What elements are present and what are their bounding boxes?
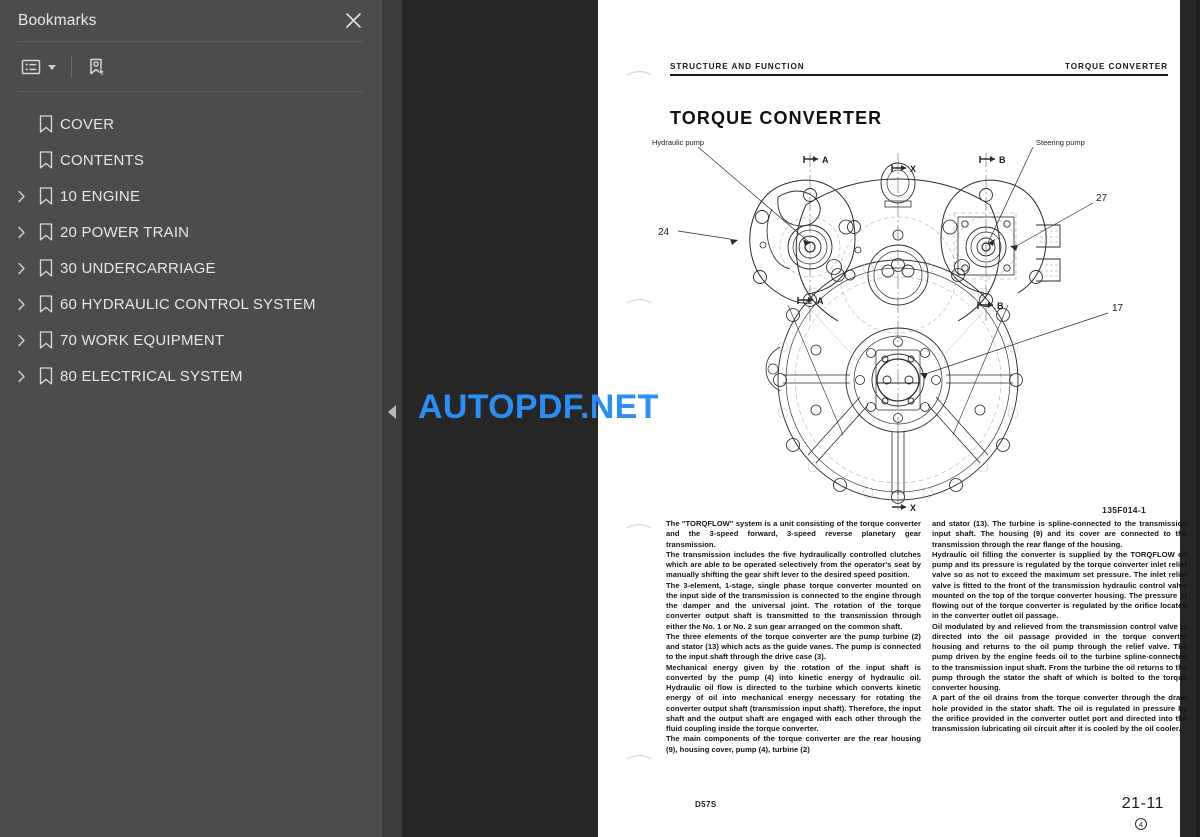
page-curl-mark bbox=[626, 752, 652, 760]
bookmark-label: 80 ELECTRICAL SYSTEM bbox=[60, 367, 243, 385]
chevron-down-icon bbox=[48, 65, 56, 70]
bookmark-icon bbox=[32, 259, 60, 277]
bookmark-icon bbox=[32, 223, 60, 241]
torque-converter-figure: Hydraulic pump Steering pump 24 27 17 A … bbox=[652, 138, 1124, 513]
page-title: TORQUE CONVERTER bbox=[670, 108, 883, 128]
section-mark-a-top: A bbox=[822, 155, 829, 165]
bookmark-icon bbox=[32, 295, 60, 313]
paragraph: Hydraulic oil filling the converter is s… bbox=[932, 549, 1187, 621]
bookmark-icon bbox=[32, 331, 60, 349]
bookmark-item-10-engine[interactable]: 10 ENGINE bbox=[0, 178, 382, 214]
page-number: 21-11 bbox=[1121, 795, 1164, 812]
paragraph: and stator (13). The turbine is spline-c… bbox=[932, 519, 1187, 549]
page-curl-mark bbox=[626, 521, 652, 529]
chevron-right-icon[interactable] bbox=[10, 262, 32, 275]
list-options-button[interactable] bbox=[18, 52, 59, 82]
label-hydraulic-pump: Hydraulic pump bbox=[652, 138, 704, 147]
paragraph: The transmission includes the five hydra… bbox=[666, 549, 921, 580]
body-columns: The "TORQFLOW" system is a unit consisti… bbox=[666, 519, 1188, 755]
header-right-text: TORQUE CONVERTER bbox=[1065, 62, 1168, 71]
chevron-right-icon[interactable] bbox=[10, 334, 32, 347]
bookmark-item-contents[interactable]: CONTENTS bbox=[0, 142, 382, 178]
bookmark-label: 30 UNDERCARRIAGE bbox=[60, 259, 216, 277]
section-mark-x-top: X bbox=[910, 164, 916, 174]
chevron-right-icon bbox=[10, 118, 32, 131]
model-code: D57S bbox=[695, 800, 717, 809]
viewer-scrollbar[interactable] bbox=[1196, 0, 1200, 837]
close-icon[interactable] bbox=[340, 8, 366, 34]
bookmark-label: CONTENTS bbox=[60, 151, 145, 169]
paragraph: The "TORQFLOW" system is a unit consisti… bbox=[666, 519, 921, 549]
bookmark-label: 20 POWER TRAIN bbox=[60, 223, 190, 241]
bookmarks-toolbar bbox=[0, 42, 382, 91]
page-running-header: STRUCTURE AND FUNCTION TORQUE CONVERTER bbox=[670, 62, 1168, 76]
sidebar-splitter[interactable] bbox=[382, 0, 402, 837]
callout-27: 27 bbox=[1096, 193, 1108, 204]
collapse-left-icon[interactable] bbox=[388, 405, 396, 419]
bookmark-icon bbox=[32, 115, 60, 133]
chevron-right-icon[interactable] bbox=[10, 190, 32, 203]
pdf-reader-window: Bookmarks COVER CONTENTS 10 ENGINE 20 PO… bbox=[0, 0, 1200, 837]
bookmark-item-80-electrical-system[interactable]: 80 ELECTRICAL SYSTEM bbox=[0, 358, 382, 394]
bookmark-label: 70 WORK EQUIPMENT bbox=[60, 331, 225, 349]
pdf-page: STRUCTURE AND FUNCTION TORQUE CONVERTER … bbox=[598, 0, 1187, 837]
sheet-mark: 4 bbox=[1135, 818, 1147, 830]
section-mark-b-top: B bbox=[999, 155, 1006, 165]
chevron-right-icon[interactable] bbox=[10, 298, 32, 311]
callout-24: 24 bbox=[658, 227, 670, 238]
bookmark-label: 10 ENGINE bbox=[60, 187, 141, 205]
bookmark-item-70-work-equipment[interactable]: 70 WORK EQUIPMENT bbox=[0, 322, 382, 358]
paragraph: The main components of the torque conver… bbox=[666, 734, 921, 754]
paragraph: The three elements of the torque convert… bbox=[666, 631, 921, 662]
new-bookmark-icon bbox=[87, 57, 107, 77]
bookmark-icon bbox=[32, 151, 60, 169]
bookmark-label: 60 HYDRAULIC CONTROL SYSTEM bbox=[60, 295, 316, 313]
chevron-right-icon bbox=[10, 154, 32, 167]
bookmark-list[interactable]: COVER CONTENTS 10 ENGINE 20 POWER TRAIN … bbox=[0, 92, 382, 837]
chevron-right-icon[interactable] bbox=[10, 226, 32, 239]
bookmark-item-30-undercarriage[interactable]: 30 UNDERCARRIAGE bbox=[0, 250, 382, 286]
bookmarks-header: Bookmarks bbox=[0, 0, 382, 41]
header-left-text: STRUCTURE AND FUNCTION bbox=[670, 62, 805, 71]
section-mark-b-bottom: B bbox=[997, 301, 1004, 311]
header-rule bbox=[670, 74, 1168, 76]
body-column-right: and stator (13). The turbine is spline-c… bbox=[932, 519, 1187, 755]
bookmark-item-20-power-train[interactable]: 20 POWER TRAIN bbox=[0, 214, 382, 250]
toolbar-divider bbox=[71, 55, 72, 78]
list-options-icon bbox=[21, 57, 41, 77]
chevron-right-icon[interactable] bbox=[10, 370, 32, 383]
section-mark-a-bottom: A bbox=[817, 296, 824, 306]
section-mark-x-bottom: X bbox=[910, 503, 916, 513]
bookmark-icon bbox=[32, 187, 60, 205]
bookmark-icon bbox=[32, 367, 60, 385]
paragraph: The 3-element, 1-stage, single phase tor… bbox=[666, 580, 921, 631]
body-column-left: The "TORQFLOW" system is a unit consisti… bbox=[666, 519, 921, 755]
new-bookmark-button[interactable] bbox=[84, 52, 110, 82]
paragraph: A part of the oil drains from the torque… bbox=[932, 693, 1187, 733]
paragraph: Mechanical energy given by the rotation … bbox=[666, 662, 921, 734]
figure-number: 135F014-1 bbox=[1102, 505, 1146, 515]
bookmark-label: COVER bbox=[60, 115, 115, 133]
technical-drawing: Hydraulic pump Steering pump 24 27 17 A … bbox=[638, 135, 1158, 515]
paragraph: Oil modulated by and relieved from the t… bbox=[932, 621, 1187, 693]
bookmarks-panel-title: Bookmarks bbox=[18, 11, 97, 29]
bookmarks-sidebar: Bookmarks COVER CONTENTS 10 ENGINE 20 PO… bbox=[0, 0, 382, 837]
bookmark-item-cover[interactable]: COVER bbox=[0, 106, 382, 142]
label-steering-pump: Steering pump bbox=[1036, 138, 1085, 147]
pdf-viewer[interactable]: STRUCTURE AND FUNCTION TORQUE CONVERTER … bbox=[402, 0, 1200, 837]
bookmark-item-60-hydraulic-control-system[interactable]: 60 HYDRAULIC CONTROL SYSTEM bbox=[0, 286, 382, 322]
page-curl-mark bbox=[626, 68, 652, 76]
callout-17: 17 bbox=[1112, 303, 1124, 314]
